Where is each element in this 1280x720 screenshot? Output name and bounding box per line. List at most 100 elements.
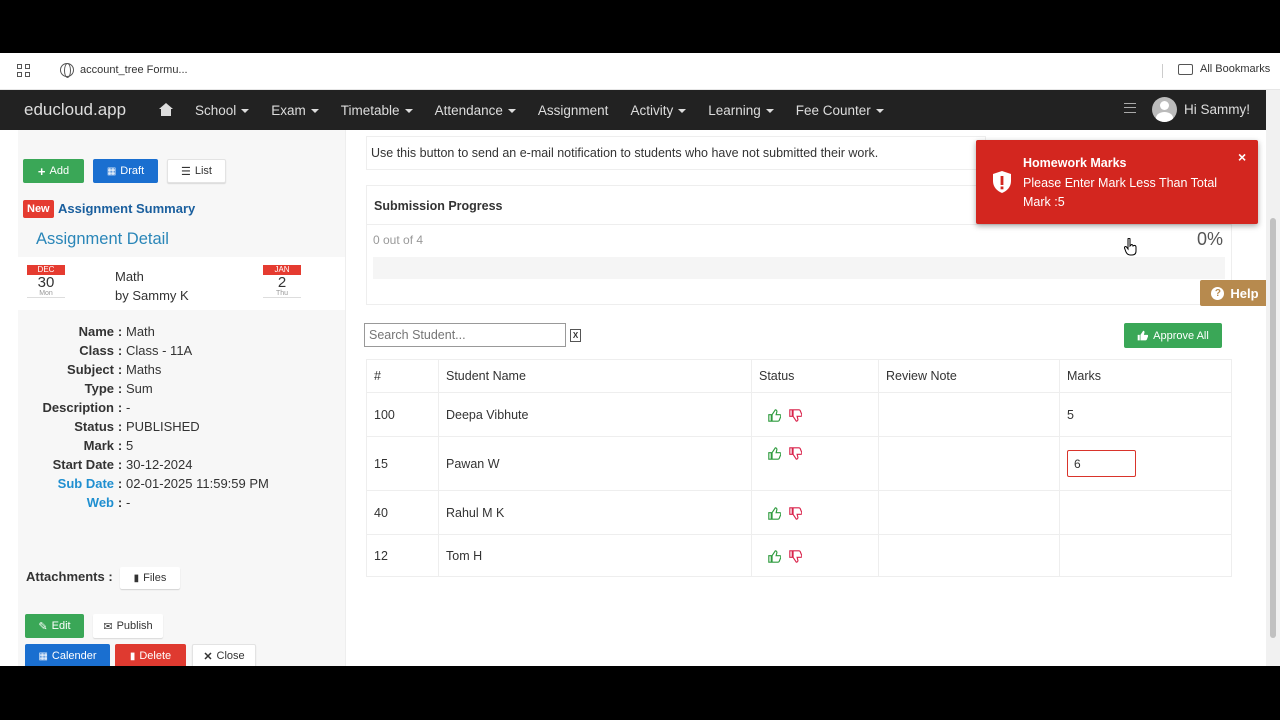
nav-item-learning[interactable]: Learning: [697, 103, 785, 118]
page-scrollbar[interactable]: [1266, 90, 1280, 666]
nav-item-timetable[interactable]: Timetable: [330, 103, 424, 118]
field-key: Start Date: [52, 457, 114, 472]
folder-icon: [1178, 63, 1193, 75]
calender-button[interactable]: ▦ Calender: [25, 644, 110, 666]
thumbs-down-icon[interactable]: [789, 506, 803, 520]
nav-item-exam[interactable]: Exam: [260, 103, 330, 118]
thumbs-down-icon[interactable]: [789, 447, 803, 460]
progress-bar: [373, 257, 1225, 279]
field-separator: :: [117, 476, 123, 491]
close-button[interactable]: ✕ Close: [192, 644, 256, 666]
all-bookmarks-button[interactable]: All Bookmarks: [1178, 63, 1270, 75]
toast-message: Please Enter Mark Less Than Total Mark :…: [1023, 176, 1218, 209]
subject-summary: Math by Sammy K: [115, 267, 189, 305]
field-value: -: [126, 400, 131, 415]
field-row: Status: PUBLISHED: [18, 417, 345, 436]
field-separator: :: [117, 457, 123, 472]
nav-item-school[interactable]: School: [184, 103, 260, 118]
table-header-row: # Student Name Status Review Note Marks: [366, 359, 1232, 393]
marks-input[interactable]: [1067, 450, 1136, 477]
error-toast: Homework Marks Please Enter Mark Less Th…: [976, 140, 1258, 224]
by-line: by Sammy K: [115, 288, 189, 303]
add-button[interactable]: + Add: [23, 159, 84, 183]
nav-item-label: Fee Counter: [795, 102, 871, 118]
field-row: Description: -: [18, 398, 345, 417]
nav-item-activity[interactable]: Activity: [619, 103, 697, 118]
calendar-day: 2: [277, 274, 287, 291]
nav-item-fee-counter[interactable]: Fee Counter: [785, 103, 895, 118]
delete-button[interactable]: ▮ Delete: [115, 644, 186, 666]
progress-count: 0 out of 4: [373, 233, 424, 247]
brand-logo[interactable]: educloud.app: [24, 100, 126, 120]
thumbs-up-icon[interactable]: [768, 506, 782, 520]
field-row: Subject: Maths: [18, 360, 345, 379]
approve-all-button[interactable]: Approve All: [1124, 323, 1222, 348]
calendar-icon: ▦: [38, 650, 48, 662]
field-key: Name: [78, 324, 114, 339]
nav-item-attendance[interactable]: Attendance: [424, 103, 527, 118]
thumbs-up-icon[interactable]: [768, 408, 782, 422]
field-row: Type: Sum: [18, 379, 345, 398]
close-icon: ✕: [203, 650, 213, 663]
field-value: Math: [126, 324, 155, 339]
thumbs-down-icon[interactable]: [789, 549, 803, 563]
field-row: Mark:5: [18, 436, 345, 455]
files-label: Files: [143, 572, 167, 584]
publish-button[interactable]: ✉ Publish: [93, 614, 163, 638]
notification-info: Use this button to send an e-mail notifi…: [366, 136, 986, 170]
field-row: Start Date:30-12-2024: [18, 455, 345, 474]
shield-alert-icon: [993, 171, 1011, 193]
review-note: [878, 436, 1060, 491]
grid-icon: ▦: [106, 165, 117, 177]
field-separator: :: [117, 495, 123, 510]
marks-value: [1059, 534, 1232, 577]
progress-percent: 0%: [1196, 229, 1223, 249]
calendar-weekday: Thu: [263, 290, 301, 298]
marks-value: 5: [1059, 392, 1232, 437]
toast-close-icon[interactable]: ×: [1238, 149, 1246, 165]
draft-button[interactable]: ▦ Draft: [93, 159, 158, 183]
files-button[interactable]: ▮ Files: [120, 567, 180, 589]
field-value: 30-12-2024: [126, 457, 193, 472]
help-label: Help: [1230, 285, 1259, 301]
table-row: 15 Pawan W: [366, 436, 1232, 491]
caret-down-icon: [765, 108, 774, 113]
search-student-input[interactable]: [364, 323, 566, 347]
bookmark-item[interactable]: account_tree Formu...: [60, 63, 188, 78]
scrollbar-thumb[interactable]: [1270, 218, 1276, 638]
edit-button[interactable]: ✎ Edit: [25, 614, 84, 638]
student-name: Deepa Vibhute: [438, 392, 752, 437]
home-icon[interactable]: [159, 103, 173, 117]
user-greeting: Hi Sammy!: [1184, 102, 1251, 117]
menu-icon[interactable]: [1124, 103, 1136, 113]
apps-grid-icon[interactable]: [17, 64, 31, 78]
nav-item-assignment[interactable]: Assignment: [527, 103, 620, 118]
close-label: Close: [216, 650, 245, 662]
help-button[interactable]: ? Help: [1200, 280, 1270, 306]
date-card: DEC 30 Mon Math by Sammy K JAN 2 Thu: [18, 257, 345, 310]
field-value: Class - 11A: [126, 343, 193, 358]
nav-item-label: Activity: [630, 102, 674, 118]
column-header: #: [366, 359, 439, 393]
field-row: Class: Class - 11A: [18, 341, 345, 360]
edit-icon: ✎: [38, 620, 48, 633]
field-key: Class: [79, 343, 114, 358]
thumbs-up-icon[interactable]: [768, 549, 782, 563]
row-number: 15: [366, 436, 439, 491]
calendar-weekday: Mon: [27, 290, 65, 298]
user-menu[interactable]: Hi Sammy!: [1152, 97, 1250, 122]
excel-export-icon[interactable]: X: [570, 329, 581, 342]
students-table: # Student Name Status Review Note Marks …: [366, 359, 1232, 577]
thumbs-down-icon[interactable]: [789, 408, 803, 422]
thumbs-up-icon[interactable]: [768, 447, 782, 460]
review-note: [878, 490, 1060, 535]
list-button[interactable]: ☰ List: [167, 159, 226, 183]
field-key: Web: [86, 495, 114, 510]
table-row: 40 Rahul M K: [366, 490, 1232, 535]
assignment-summary-link[interactable]: Assignment Summary: [58, 201, 195, 216]
field-key: Type: [84, 381, 114, 396]
field-separator: :: [117, 400, 123, 415]
student-name: Rahul M K: [438, 490, 752, 535]
field-key: Sub Date: [57, 476, 114, 491]
field-key: Description: [42, 400, 114, 415]
